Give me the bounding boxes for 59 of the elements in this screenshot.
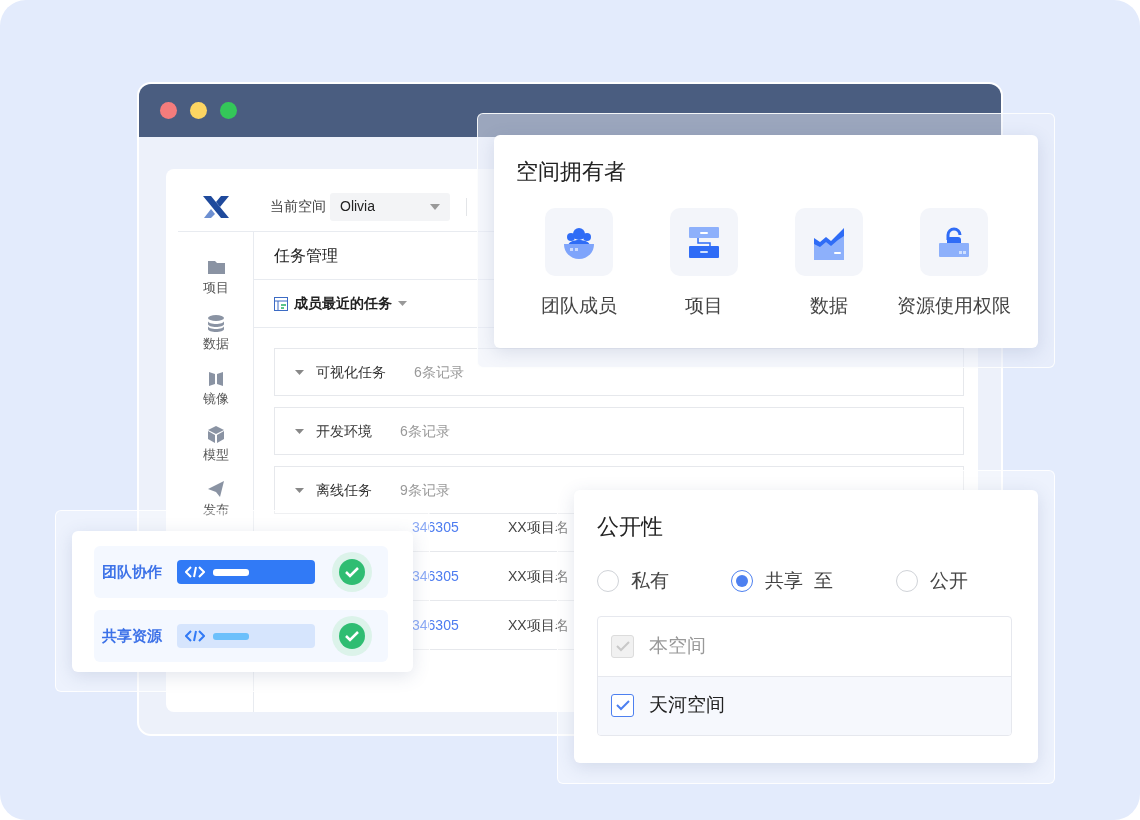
- group-row[interactable]: 可视化任务 6条记录: [274, 348, 964, 396]
- checkbox[interactable]: [611, 694, 634, 717]
- group-row[interactable]: 开发环境 6条记录: [274, 407, 964, 455]
- share-label: 团队协作: [102, 561, 163, 582]
- caret-icon: [430, 203, 440, 210]
- sidebar-label[interactable]: 模型: [202, 444, 229, 464]
- panel-title: 空间拥有者: [516, 158, 627, 186]
- sidebar-label[interactable]: 发布: [202, 500, 229, 520]
- owner-option-label[interactable]: 项目: [684, 292, 723, 321]
- caret-icon: [295, 487, 304, 493]
- visibility-radio[interactable]: 公开: [896, 567, 1015, 596]
- sidebar-icon: [206, 369, 225, 387]
- id-link[interactable]: 346305: [412, 614, 508, 636]
- panel-title: 公开性: [597, 513, 664, 541]
- table-cell-text: XX项目名: [508, 566, 569, 586]
- table-icon: [274, 296, 288, 311]
- owner-option-tile[interactable]: [794, 208, 863, 276]
- owner-option-label[interactable]: 团队成员: [540, 292, 617, 321]
- space-option[interactable]: 天河空间: [598, 675, 1011, 735]
- window-control-dot[interactable]: [190, 102, 207, 119]
- caret-icon: [295, 369, 304, 375]
- visibility-radio[interactable]: 私有: [597, 567, 731, 596]
- sidebar-icon: [206, 480, 225, 498]
- id-link[interactable]: 346305: [412, 565, 508, 587]
- radio-circle[interactable]: [731, 570, 753, 593]
- window-control-dot[interactable]: [220, 102, 237, 119]
- page-title: 任务管理: [274, 245, 338, 266]
- sidebar-label[interactable]: 项目: [202, 278, 229, 298]
- check-icon: [615, 700, 630, 711]
- owner-option-tile[interactable]: [919, 208, 988, 276]
- sidebar-icon: [206, 313, 225, 332]
- space-select[interactable]: Olivia: [330, 192, 450, 221]
- placeholder-bar: [213, 568, 249, 576]
- check-circle-icon: [332, 552, 372, 592]
- owner-option-label[interactable]: 资源使用权限: [896, 292, 1011, 321]
- code-icon: [185, 566, 205, 578]
- stack-icon: [686, 224, 721, 260]
- caret-icon: [295, 428, 304, 434]
- check-icon: [615, 640, 630, 652]
- check-circle-icon: [332, 616, 372, 656]
- owner-option-label[interactable]: 数据: [809, 292, 848, 321]
- owner-option-tile[interactable]: [544, 208, 613, 276]
- sidebar-icon: [206, 424, 225, 443]
- share-label: 共享资源: [102, 625, 163, 646]
- table-cell-text: XX项目名: [508, 517, 569, 537]
- view-selector[interactable]: 成员最近的任务: [294, 293, 392, 314]
- code-icon: [185, 630, 205, 642]
- owner-option-tile[interactable]: [669, 208, 738, 276]
- window-control-dot[interactable]: [160, 102, 177, 119]
- sidebar-label[interactable]: 镜像: [202, 389, 229, 409]
- caret-icon: [398, 301, 407, 306]
- sidebar-icon: [206, 258, 225, 276]
- logo-icon: [201, 193, 231, 220]
- sidebar-label[interactable]: 数据: [202, 333, 229, 353]
- id-link[interactable]: 346305: [412, 516, 508, 538]
- visibility-radio[interactable]: 共享 至: [731, 567, 896, 596]
- table-cell-text: XX项目名: [508, 615, 569, 635]
- space-label: 当前空间: [270, 197, 326, 216]
- placeholder-bar: [213, 632, 249, 640]
